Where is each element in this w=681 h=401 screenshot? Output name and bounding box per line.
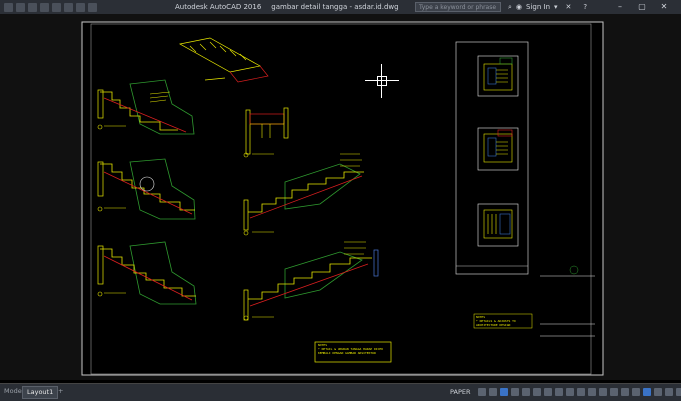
saveas-icon[interactable] xyxy=(52,3,61,12)
layout-tab-bar: Model Layout1 + PAPER xyxy=(0,383,681,401)
status-bar: PAPER xyxy=(450,385,681,399)
ortho-icon[interactable] xyxy=(500,388,508,396)
otrack-icon[interactable] xyxy=(533,388,541,396)
units-icon[interactable] xyxy=(610,388,618,396)
file-name: gambar detail tangga - asdar.id.dwg xyxy=(271,3,398,11)
redo-icon[interactable] xyxy=(88,3,97,12)
maximize-button[interactable]: ▢ xyxy=(634,0,650,14)
notes-2: NOTES * DETAILS & ADJUSTS TO ARCHITECTUR… xyxy=(476,315,516,327)
sign-in-link[interactable]: Sign In xyxy=(526,0,550,14)
isolate-objects-icon[interactable] xyxy=(643,388,651,396)
notes-1: NOTES * DETAIL & UKURAN TANGGA HARAP DIC… xyxy=(318,343,383,355)
open-icon[interactable] xyxy=(28,3,37,12)
annotation-scale-icon[interactable] xyxy=(577,388,585,396)
title-bar: Autodesk AutoCAD 2016 gambar detail tangg… xyxy=(0,0,681,14)
app-title: Autodesk AutoCAD 2016 xyxy=(175,3,261,11)
grid-icon[interactable] xyxy=(478,388,486,396)
new-icon[interactable] xyxy=(16,3,25,12)
notes-1-line-2: KEMBALI DENGAN GAMBAR ARSITEKTUR xyxy=(318,351,383,355)
osnap-icon[interactable] xyxy=(522,388,530,396)
lock-ui-icon[interactable] xyxy=(632,388,640,396)
annotation-monitor-icon[interactable] xyxy=(599,388,607,396)
save-icon[interactable] xyxy=(40,3,49,12)
selection-cycling-icon[interactable] xyxy=(566,388,574,396)
workspace-gear-icon[interactable] xyxy=(588,388,596,396)
app-menu-icon[interactable] xyxy=(4,3,13,12)
window-title: Autodesk AutoCAD 2016 gambar detail tangg… xyxy=(175,0,399,14)
close-button[interactable]: ✕ xyxy=(656,0,672,14)
drawing-graphics xyxy=(0,14,681,380)
customization-menu-icon[interactable] xyxy=(676,388,681,396)
cursor-pickbox xyxy=(377,76,387,86)
search-input[interactable]: Type a keyword or phrase xyxy=(415,2,501,12)
transparency-icon[interactable] xyxy=(555,388,563,396)
help-icon[interactable]: ? xyxy=(583,0,587,14)
quick-properties-icon[interactable] xyxy=(621,388,629,396)
minimize-button[interactable]: – xyxy=(612,0,628,14)
undo-icon[interactable] xyxy=(76,3,85,12)
polar-icon[interactable] xyxy=(511,388,519,396)
paper-space-toggle[interactable]: PAPER xyxy=(450,388,471,396)
tab-layout1[interactable]: Layout1 xyxy=(22,386,58,399)
clean-screen-icon[interactable] xyxy=(665,388,673,396)
print-icon[interactable] xyxy=(64,3,73,12)
notes-2-line-2: ARCHITECTURE DESIGN xyxy=(476,323,516,327)
drawing-canvas[interactable]: NOTES * DETAIL & UKURAN TANGGA HARAP DIC… xyxy=(0,14,681,380)
user-icon[interactable]: ◉ xyxy=(516,0,522,14)
binoculars-icon[interactable]: ⌕ xyxy=(508,0,512,14)
exchange-icon[interactable]: ✕ xyxy=(566,0,572,14)
chevron-down-icon[interactable]: ▾ xyxy=(554,0,558,14)
snap-icon[interactable] xyxy=(489,388,497,396)
quick-access-toolbar xyxy=(4,0,97,14)
hardware-acceleration-icon[interactable] xyxy=(654,388,662,396)
add-layout-button[interactable]: + xyxy=(54,386,67,397)
lineweight-icon[interactable] xyxy=(544,388,552,396)
